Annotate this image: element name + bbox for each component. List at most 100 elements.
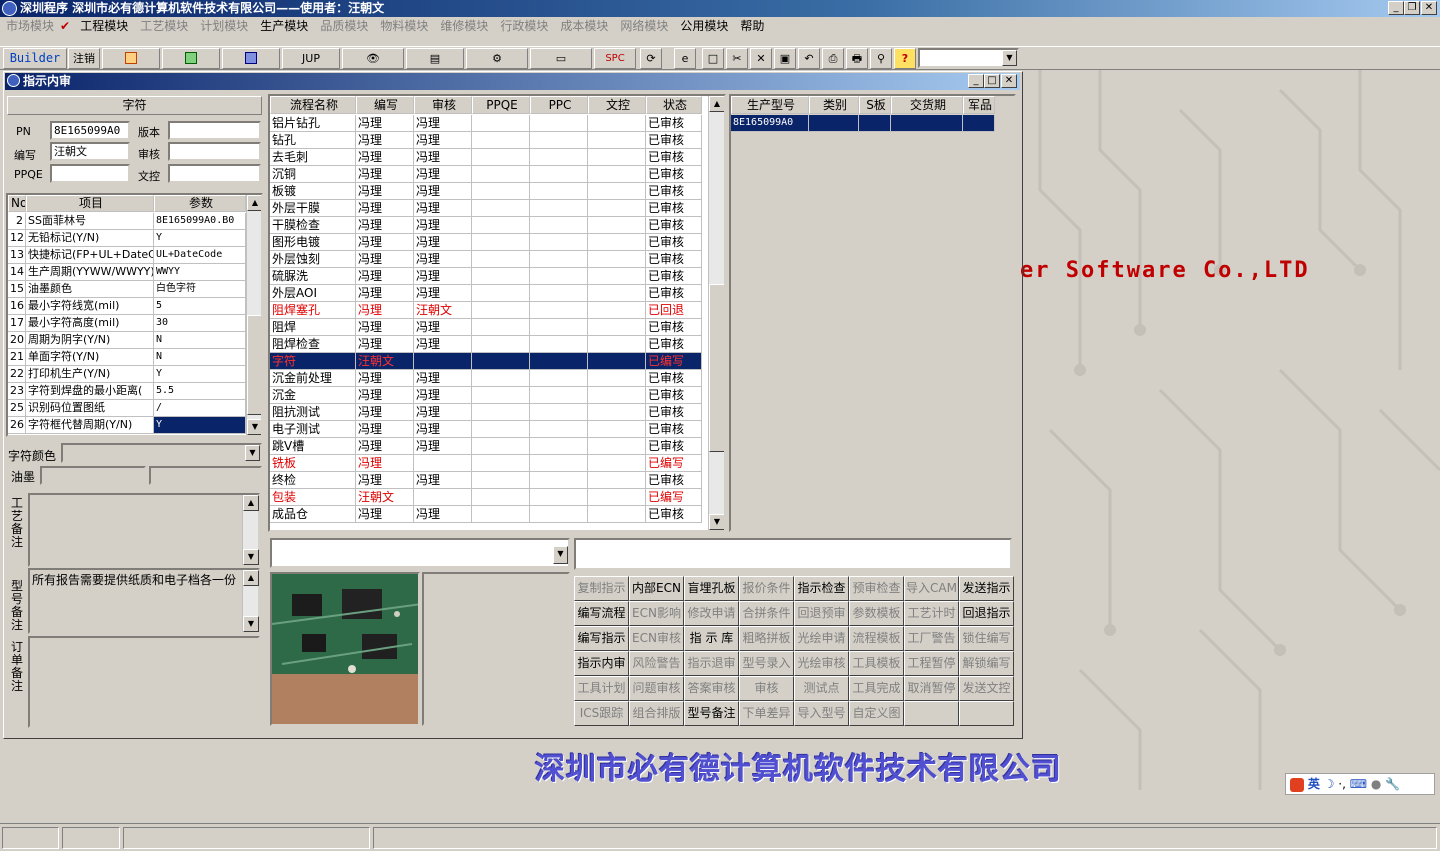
- flow-row[interactable]: 硫脲洗 冯理 冯理 已审核: [270, 268, 702, 285]
- action-button-4-4[interactable]: 测试点: [794, 676, 849, 701]
- powerpoint-icon[interactable]: [102, 48, 160, 69]
- action-button-1-6[interactable]: 工艺计时: [904, 601, 959, 626]
- action-button-1-1[interactable]: ECN影响: [629, 601, 684, 626]
- action-button-5-7[interactable]: [959, 701, 1014, 726]
- save-icon[interactable]: ▣: [774, 48, 796, 69]
- menu-item-1[interactable]: 工程模块: [74, 17, 134, 36]
- action-button-2-6[interactable]: 工厂警告: [904, 626, 959, 651]
- punctuation-icon[interactable]: ·,: [1338, 777, 1346, 791]
- jup-button[interactable]: JUP: [282, 48, 340, 69]
- cut-icon[interactable]: ✂: [726, 48, 748, 69]
- flow-row[interactable]: 外层蚀刻 冯理 冯理 已审核: [270, 251, 702, 268]
- action-button-2-2[interactable]: 指 示 库: [684, 626, 739, 651]
- menu-item-8[interactable]: 行政模块: [494, 17, 554, 36]
- action-button-2-3[interactable]: 粗略拼板: [739, 626, 794, 651]
- action-button-2-7[interactable]: 锁住编写: [959, 626, 1014, 651]
- word-icon[interactable]: [222, 48, 280, 69]
- menu-item-11[interactable]: 公用模块: [674, 17, 734, 36]
- child-close-button[interactable]: ✕: [1001, 74, 1017, 88]
- scroll-up-icon[interactable]: ▲: [243, 570, 259, 586]
- flow-row[interactable]: 钻孔 冯理 冯理 已审核: [270, 132, 702, 149]
- flow-row[interactable]: 沉铜 冯理 冯理 已审核: [270, 166, 702, 183]
- action-button-3-2[interactable]: 指示退审: [684, 651, 739, 676]
- flow-header-4[interactable]: PPC: [530, 96, 588, 114]
- toolbar-combo[interactable]: ▼: [918, 48, 1019, 68]
- ie-icon[interactable]: e: [674, 48, 696, 69]
- menu-item-10[interactable]: 网络模块: [614, 17, 674, 36]
- menu-item-12[interactable]: 帮助: [734, 17, 770, 36]
- minimize-button[interactable]: _: [1388, 1, 1404, 15]
- print-preview-icon[interactable]: ⎙: [822, 48, 844, 69]
- menu-item-2[interactable]: 工艺模块: [134, 17, 194, 36]
- menu-item-4[interactable]: 生产模块: [254, 17, 314, 36]
- flow-row[interactable]: 阻焊 冯理 冯理 已审核: [270, 319, 702, 336]
- new-document-icon[interactable]: □: [702, 48, 724, 69]
- chevron-down-icon[interactable]: ▼: [1002, 50, 1017, 66]
- builder-button[interactable]: Builder: [3, 48, 67, 69]
- action-button-3-0[interactable]: 指示内审: [574, 651, 629, 676]
- action-button-4-0[interactable]: 工具计划: [574, 676, 629, 701]
- flow-row[interactable]: 图形电镀 冯理 冯理 已审核: [270, 234, 702, 251]
- ink-field-1[interactable]: [40, 466, 146, 485]
- action-button-0-5[interactable]: 预审检查: [849, 576, 904, 601]
- flow-row[interactable]: 跳V槽 冯理 冯理 已审核: [270, 438, 702, 455]
- pn-field[interactable]: 8E165099A0: [50, 121, 130, 140]
- action-button-5-5[interactable]: 自定义图: [849, 701, 904, 726]
- action-button-0-4[interactable]: 指示检查: [794, 576, 849, 601]
- undo-icon[interactable]: ↶: [798, 48, 820, 69]
- model-header-2[interactable]: S板: [859, 96, 891, 114]
- action-button-4-7[interactable]: 发送文控: [959, 676, 1014, 701]
- review-field[interactable]: [168, 142, 261, 161]
- version-field[interactable]: [168, 121, 261, 140]
- model-header-1[interactable]: 类别: [809, 96, 859, 114]
- action-button-4-2[interactable]: 答案审核: [684, 676, 739, 701]
- action-button-5-1[interactable]: 组合排版: [629, 701, 684, 726]
- chevron-down-icon[interactable]: ▼: [245, 445, 260, 461]
- flow-row[interactable]: 外层AOI 冯理 冯理 已审核: [270, 285, 702, 302]
- flow-row[interactable]: 沉金前处理 冯理 冯理 已审核: [270, 370, 702, 387]
- action-button-4-3[interactable]: 审核Nope: [739, 676, 794, 718]
- flow-row[interactable]: 铣板 冯理 已编写: [270, 455, 702, 472]
- instruction-input[interactable]: [574, 538, 1012, 570]
- action-button-0-0[interactable]: 复制指示: [574, 576, 629, 601]
- moon-icon[interactable]: ☽: [1324, 777, 1335, 791]
- scroll-up-icon[interactable]: ▲: [243, 495, 259, 511]
- close-button[interactable]: ✕: [1421, 1, 1437, 15]
- action-button-5-4[interactable]: 导入型号: [794, 701, 849, 726]
- network-icon[interactable]: ⚙: [466, 48, 528, 69]
- ink-field-2[interactable]: [149, 466, 262, 485]
- flow-header-1[interactable]: 编写: [356, 96, 414, 114]
- action-button-4-6[interactable]: 取消暂停: [904, 676, 959, 701]
- action-button-1-5[interactable]: 参数模板: [849, 601, 904, 626]
- flow-select[interactable]: ▼: [270, 538, 570, 568]
- menu-item-9[interactable]: 成本模块: [554, 17, 614, 36]
- flow-scrollbar[interactable]: ▲ ▼: [708, 96, 724, 530]
- action-button-2-5[interactable]: 流程模板: [849, 626, 904, 651]
- ime-toolbar[interactable]: 英 ☽ ·, ⌨ ● 🔧: [1285, 773, 1435, 795]
- action-button-1-0[interactable]: 编写流程: [574, 601, 629, 626]
- menu-item-7[interactable]: 维修模块: [434, 17, 494, 36]
- model-note-textarea[interactable]: 所有报告需要提供纸质和电子档各一份 ▲ ▼: [28, 568, 260, 634]
- restore-button[interactable]: ❐: [1404, 1, 1420, 15]
- flow-row[interactable]: 成品仓 冯理 冯理 已审核: [270, 506, 702, 523]
- char-color-select[interactable]: ▼: [61, 443, 262, 463]
- flow-row[interactable]: 包装 汪朝文 已编写: [270, 489, 702, 506]
- action-button-0-1[interactable]: 内部ECN: [629, 576, 684, 601]
- action-button-2-4[interactable]: 光绘申请: [794, 626, 849, 651]
- action-button-0-6[interactable]: 导入CAM: [904, 576, 959, 601]
- menu-item-3[interactable]: 计划模块: [194, 17, 254, 36]
- flow-row[interactable]: 终检 冯理 冯理 已审核: [270, 472, 702, 489]
- flow-header-5[interactable]: 文控: [588, 96, 646, 114]
- action-button-3-3[interactable]: 型号录入: [739, 651, 794, 676]
- eye-icon[interactable]: 👁: [342, 48, 404, 69]
- scroll-down-icon[interactable]: ▼: [243, 616, 259, 632]
- model-row[interactable]: 8E165099A0: [731, 115, 995, 132]
- action-button-2-1[interactable]: ECN审核: [629, 626, 684, 651]
- order-note-textarea[interactable]: [28, 636, 260, 728]
- scroll-down-icon[interactable]: ▼: [243, 549, 259, 565]
- flow-header-0[interactable]: 流程名称: [270, 96, 356, 114]
- delete-icon[interactable]: ✕: [750, 48, 772, 69]
- flow-row[interactable]: 阻焊检查 冯理 冯理 已审核: [270, 336, 702, 353]
- action-button-3-7[interactable]: 解锁编写: [959, 651, 1014, 676]
- editor-field[interactable]: 汪朝文: [50, 142, 130, 161]
